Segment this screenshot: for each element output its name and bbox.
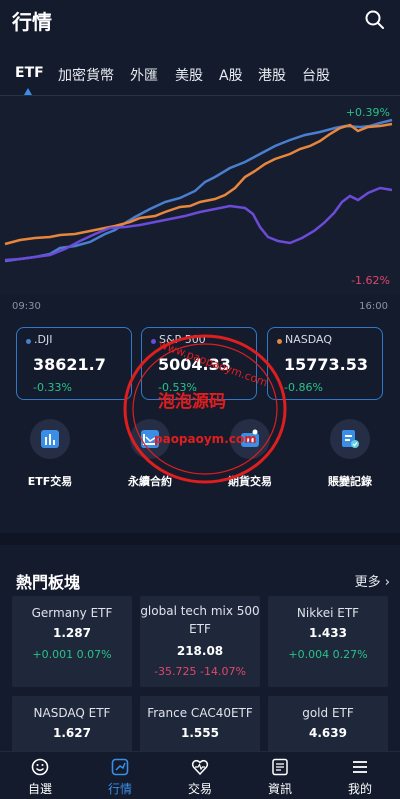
tab-indicator: [24, 88, 32, 95]
more-link[interactable]: 更多 ›: [355, 571, 390, 590]
nav-label: 自選: [27, 782, 52, 796]
hot-card-name: France CAC40ETF: [147, 706, 253, 720]
hot-card-price: 4.639: [309, 726, 347, 740]
quick-label: ETF交易: [27, 475, 73, 488]
chart-min-label: -1.62%: [351, 274, 390, 287]
trade-icon: [191, 759, 209, 776]
hot-card-change: +0.004 0.27%: [288, 648, 368, 661]
hot-card-price: 1.627: [53, 726, 91, 740]
hot-card-nasdaq-etf[interactable]: NASDAQ ETF 1.627: [12, 696, 132, 756]
hot-card-change: -35.725 -14.07%: [154, 665, 246, 678]
tab-etf[interactable]: ETF: [15, 65, 44, 81]
tab-us-stocks[interactable]: 美股: [175, 65, 203, 85]
index-chart: +0.39% -1.62%: [0, 95, 400, 295]
quick-perpetual-contract[interactable]: 永續合約: [110, 417, 190, 497]
tab-crypto[interactable]: 加密貨幣: [58, 65, 114, 85]
nav-label: 我的: [347, 782, 372, 796]
hot-card-france-cac40[interactable]: France CAC40ETF 1.555: [140, 696, 260, 756]
nav-profile[interactable]: 我的: [320, 752, 400, 799]
chart-line-purple: [4, 186, 393, 262]
index-card-sp500[interactable]: S&P 500 5004.33 -0.53%: [141, 327, 257, 400]
hot-card-price: 1.555: [181, 726, 219, 740]
tab-hk-stocks[interactable]: 港股: [258, 65, 286, 85]
index-name: .DJI: [34, 333, 53, 346]
tab-forex[interactable]: 外匯: [130, 65, 158, 85]
section-divider: [0, 533, 400, 545]
hot-card-name: gold ETF: [302, 706, 354, 720]
nav-market[interactable]: 行情: [80, 752, 160, 799]
nav-label: 交易: [187, 782, 212, 796]
index-change: -0.33%: [33, 381, 72, 394]
chart-max-label: +0.39%: [345, 106, 390, 119]
nav-trade[interactable]: 交易: [160, 752, 240, 799]
bottom-nav: 自選 行情 交易 資訊 我的: [0, 751, 400, 799]
page-title: 行情: [12, 10, 52, 34]
nav-watchlist[interactable]: 自選: [0, 752, 80, 799]
contract-icon: [130, 419, 170, 459]
nav-label: 資訊: [267, 782, 292, 796]
search-icon[interactable]: [364, 9, 386, 31]
etf-chart-icon: [30, 419, 70, 459]
news-icon: [272, 758, 288, 776]
index-change: -0.86%: [284, 381, 323, 394]
hot-card-name: NASDAQ ETF: [33, 706, 111, 720]
index-cards: .DJI 38621.7 -0.33% S&P 500 5004.33 -0.5…: [0, 327, 400, 401]
hot-card-price: 1.287: [53, 626, 91, 640]
futures-icon: [230, 419, 270, 459]
hot-card-nikkei-etf[interactable]: Nikkei ETF 1.433 +0.004 0.27%: [268, 596, 388, 687]
quick-futures-trade[interactable]: 期貨交易: [210, 417, 290, 497]
quick-etf-trade[interactable]: ETF交易: [10, 417, 90, 497]
quick-label: 永續合約: [128, 475, 172, 488]
index-name: S&P 500: [159, 333, 206, 346]
hot-card-price: 1.433: [309, 626, 347, 640]
hot-card-gold-etf[interactable]: gold ETF 4.639: [268, 696, 388, 756]
hot-card-price: 218.08: [176, 644, 224, 658]
quick-label: 賬變記錄: [328, 475, 372, 488]
index-color-dot: [26, 339, 31, 344]
index-value: 5004.33: [158, 355, 231, 374]
nav-news[interactable]: 資訊: [240, 752, 320, 799]
menu-icon: [353, 761, 367, 773]
header: 行情: [0, 0, 400, 40]
index-value: 38621.7: [33, 355, 106, 374]
index-color-dot: [151, 339, 156, 344]
index-card-dji[interactable]: .DJI 38621.7 -0.33%: [16, 327, 132, 400]
index-name: NASDAQ: [285, 333, 333, 346]
quick-account-records[interactable]: 賬變記錄: [310, 417, 390, 497]
chart-time-end: 16:00: [359, 301, 388, 312]
market-tabs: ETF 加密貨幣 外匯 美股 A股 港股 台股: [0, 60, 400, 95]
hot-card-global-tech[interactable]: global tech mix 500 ETF 218.08 -35.725 -…: [140, 596, 260, 687]
hot-card-change: +0.001 0.07%: [32, 648, 112, 661]
hot-sectors-title: 熱門板塊: [16, 573, 81, 592]
tab-tw-stocks[interactable]: 台股: [302, 65, 330, 85]
market-icon: [111, 758, 129, 776]
chart-line-orange: [4, 122, 393, 246]
index-chart-svg: [4, 118, 393, 263]
record-icon: [330, 419, 370, 459]
hot-card-name: Nikkei ETF: [296, 606, 360, 620]
index-value: 15773.53: [284, 355, 369, 374]
quick-label: 期貨交易: [228, 475, 272, 488]
chart-line-blue: [4, 118, 393, 263]
tab-a-shares[interactable]: A股: [219, 65, 243, 85]
index-card-nasdaq[interactable]: NASDAQ 15773.53 -0.86%: [267, 327, 383, 400]
nav-label: 行情: [107, 782, 132, 796]
hot-card-name: global tech mix 500 ETF: [140, 604, 260, 636]
hot-card-name: Germany ETF: [31, 606, 113, 620]
chart-time-start: 09:30: [12, 301, 41, 312]
index-color-dot: [277, 339, 282, 344]
hot-card-germany-etf[interactable]: Germany ETF 1.287 +0.001 0.07%: [12, 596, 132, 687]
smile-icon: [31, 758, 49, 776]
quick-actions: ETF交易 永續合約 期貨交易 賬變記錄: [0, 417, 400, 497]
index-change: -0.53%: [158, 381, 197, 394]
hot-sectors-grid: Germany ETF 1.287 +0.001 0.07% global te…: [0, 596, 400, 756]
